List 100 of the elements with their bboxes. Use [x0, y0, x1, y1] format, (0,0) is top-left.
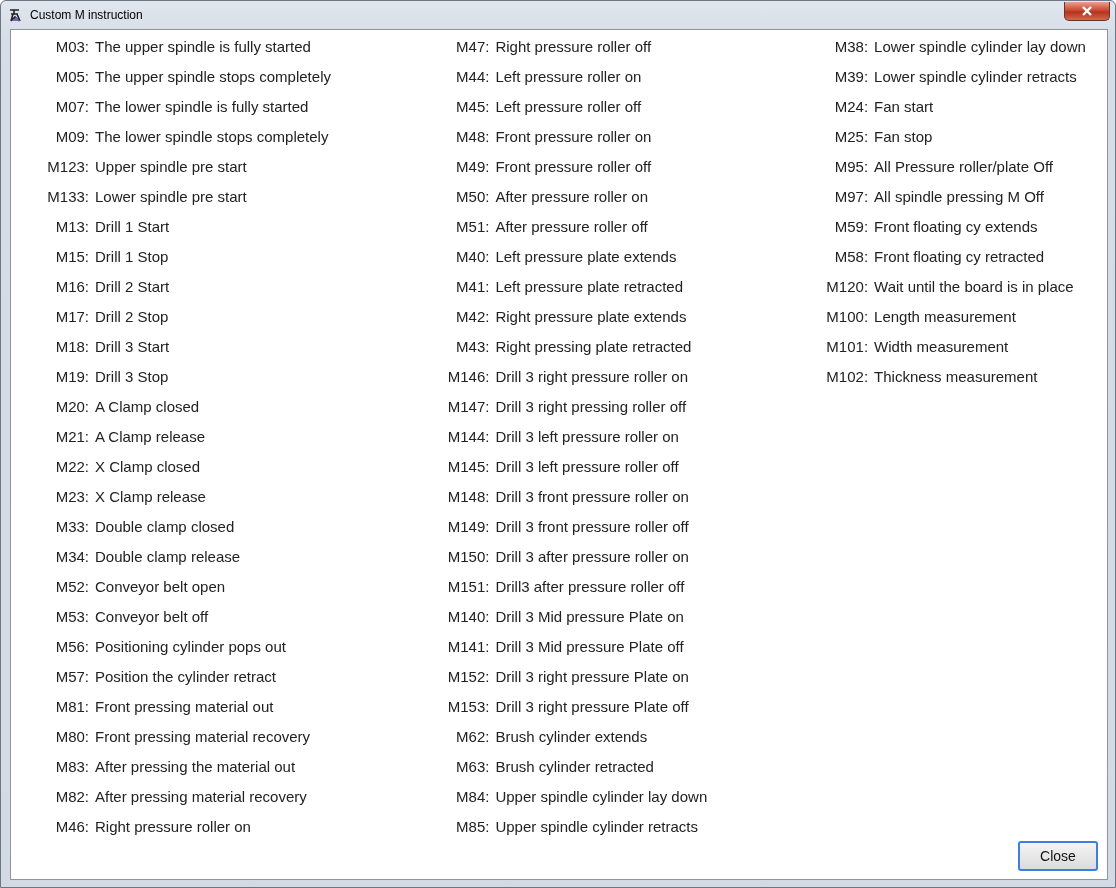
m-code: M24: [833, 97, 869, 115]
m-code: M03: [54, 37, 89, 55]
m-code: M56: [54, 637, 89, 655]
instruction-description: Drill 3 Stop [95, 367, 169, 385]
instruction-description: Front pressing material recovery [95, 727, 311, 745]
instruction-description: Brush cylinder extends [495, 727, 648, 745]
m-code: M07: [54, 97, 89, 115]
m-code: M95: [833, 157, 869, 175]
m-code: M15: [54, 247, 89, 265]
m-code: M62: [455, 727, 490, 745]
m-code: M41: [455, 277, 490, 295]
instruction-description: The upper spindle stops completely [95, 67, 331, 85]
instruction-description: The upper spindle is fully started [95, 37, 311, 55]
instruction-description: Positioning cylinder pops out [95, 637, 286, 655]
instruction-description: Drill 1 Stop [95, 247, 169, 265]
instruction-description: Drill 2 Start [95, 277, 170, 295]
m-code: M22: [54, 457, 89, 475]
m-code: M20: [54, 397, 89, 415]
instruction-description: After pressure roller on [495, 187, 648, 205]
m-code: M42: [455, 307, 490, 325]
close-button[interactable]: Close [1018, 841, 1098, 871]
instruction-description: Drill 3 right pressure Plate on [495, 667, 689, 685]
m-code: M17: [54, 307, 89, 325]
instruction-description: The lower spindle is fully started [95, 97, 309, 115]
m-code: M83: [54, 757, 89, 775]
m-code: M09: [54, 127, 89, 145]
instruction-description: Right pressure roller on [95, 817, 251, 835]
m-code: M45: [455, 97, 490, 115]
instruction-description: Fan stop [874, 127, 933, 145]
instruction-description: Lower spindle cylinder retracts [874, 67, 1077, 85]
instruction-description: Drill 3 front pressure roller on [495, 487, 689, 505]
m-code: M25: [833, 127, 869, 145]
m-code: M39: [833, 67, 869, 85]
m-code: M145: [446, 457, 490, 475]
m-code: M43: [455, 337, 490, 355]
window-title: Custom M instruction [30, 8, 144, 22]
instruction-description: Upper spindle cylinder retracts [495, 817, 699, 835]
m-code: M133: [46, 187, 89, 205]
m-code: M101: [825, 337, 869, 355]
m-code: M123: [46, 157, 89, 175]
m-code: M80: [54, 727, 89, 745]
instruction-description: Front pressing material out [95, 697, 274, 715]
instruction-description: The lower spindle stops completely [95, 127, 329, 145]
instruction-description: Front pressure roller off [495, 157, 652, 175]
instruction-description: Left pressure plate retracted [495, 277, 684, 295]
app-icon [8, 7, 24, 23]
m-code: M33: [54, 517, 89, 535]
m-code: M40: [455, 247, 490, 265]
instruction-description: Drill 3 after pressure roller on [495, 547, 689, 565]
instruction-description: Conveyor belt off [95, 607, 209, 625]
m-code: M81: [54, 697, 89, 715]
m-code: M84: [455, 787, 490, 805]
m-code: M146: [446, 367, 490, 385]
instruction-description: Drill 3 left pressure roller off [495, 457, 679, 475]
instruction-description: Right pressure plate extends [495, 307, 687, 325]
instruction-description: Drill 3 right pressing roller off [495, 397, 687, 415]
instruction-description: All spindle pressing M Off [874, 187, 1044, 205]
instruction-description: X Clamp closed [95, 457, 201, 475]
instruction-description: Double clamp release [95, 547, 241, 565]
instruction-description: Front floating cy retracted [874, 247, 1045, 265]
m-code: M16: [54, 277, 89, 295]
instruction-description: Position the cylinder retract [95, 667, 276, 685]
instruction-description: Wait until the board is in place [874, 277, 1074, 295]
m-code: M38: [833, 37, 869, 55]
instruction-description: Drill3 after pressure roller off [495, 577, 685, 595]
m-code: M19: [54, 367, 89, 385]
instruction-description: After pressure roller off [495, 217, 648, 235]
m-code: M152: [446, 667, 490, 685]
m-code: M51: [455, 217, 490, 235]
m-code: M23: [54, 487, 89, 505]
close-window-button[interactable] [1064, 1, 1110, 21]
m-code: M97: [833, 187, 869, 205]
m-code: M144: [446, 427, 490, 445]
instruction-description: Thickness measurement [874, 367, 1038, 385]
close-icon [1081, 5, 1093, 16]
instruction-description: Left pressure roller off [495, 97, 642, 115]
instruction-description: After pressing the material out [95, 757, 296, 775]
instruction-description: Drill 3 Mid pressure Plate on [495, 607, 684, 625]
m-code: M120: [825, 277, 869, 295]
m-code: M50: [455, 187, 490, 205]
m-code: M13: [54, 217, 89, 235]
m-code: M141: [446, 637, 490, 655]
instruction-description: Drill 1 Start [95, 217, 170, 235]
instruction-description: Width measurement [874, 337, 1009, 355]
instruction-description: Left pressure roller on [495, 67, 642, 85]
instruction-description: Upper spindle cylinder lay down [495, 787, 708, 805]
m-code: M58: [833, 247, 869, 265]
instruction-description: A Clamp closed [95, 397, 200, 415]
instruction-description: Drill 2 Stop [95, 307, 169, 325]
instruction-description: After pressing material recovery [95, 787, 307, 805]
instruction-description: Left pressure plate extends [495, 247, 677, 265]
instruction-description: Drill 3 right pressure Plate off [495, 697, 689, 715]
m-code: M147: [446, 397, 490, 415]
m-code: M100: [825, 307, 869, 325]
m-code: M46: [54, 817, 89, 835]
instruction-description: A Clamp release [95, 427, 206, 445]
instruction-description: Drill 3 Start [95, 337, 170, 355]
instruction-description: Upper spindle pre start [95, 157, 247, 175]
instruction-description: Double clamp closed [95, 517, 235, 535]
m-code: M18: [54, 337, 89, 355]
